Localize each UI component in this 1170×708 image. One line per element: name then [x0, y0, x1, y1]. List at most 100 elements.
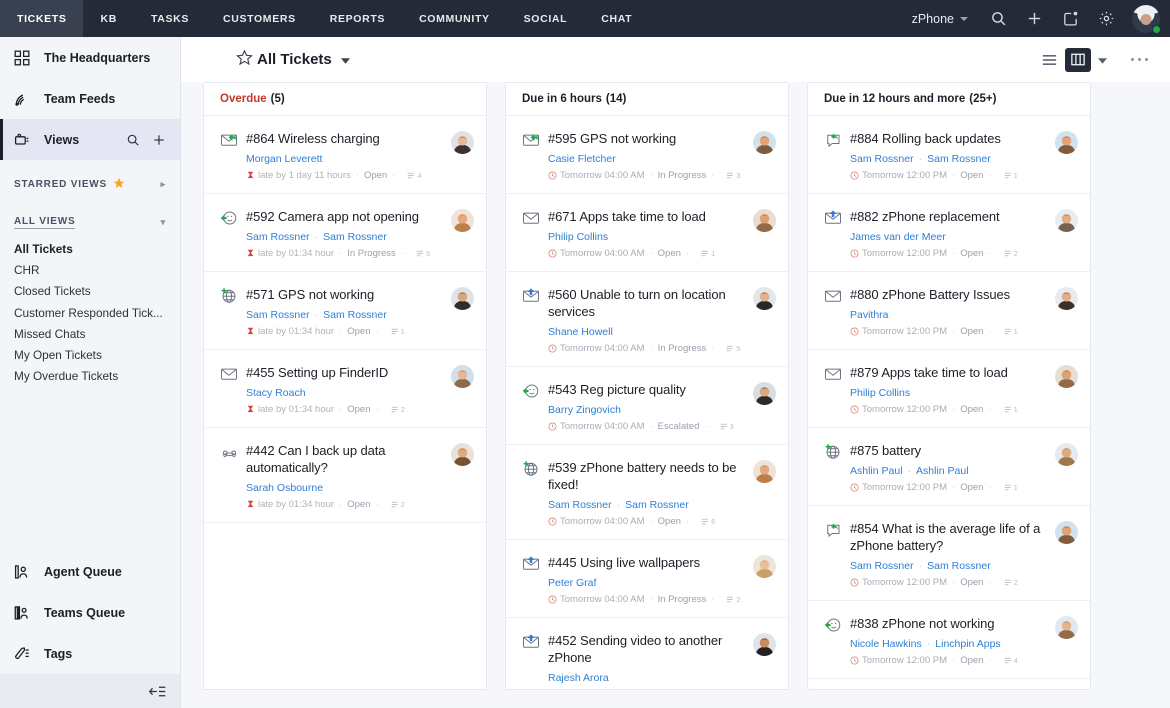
- person-link[interactable]: Sam Rossner: [625, 499, 689, 511]
- ticket-card[interactable]: #875 battery Ashlin Paul · Ashlin Paul Tomor…: [808, 428, 1090, 506]
- starred-views-section-header[interactable]: STARRED VIEWS ▸: [0, 170, 180, 198]
- person-link[interactable]: Shane Howell: [548, 326, 613, 338]
- assignee-avatar[interactable]: [753, 633, 776, 656]
- nav-tab-tasks[interactable]: TASKS: [134, 0, 206, 37]
- person-link[interactable]: Sam Rossner: [850, 560, 914, 572]
- assignee-avatar[interactable]: [1055, 131, 1078, 154]
- nav-tab-tickets[interactable]: TICKETS: [0, 0, 84, 37]
- view-list-item[interactable]: CHR: [0, 259, 180, 280]
- assignee-avatar[interactable]: [1055, 365, 1078, 388]
- ticket-card[interactable]: #571 GPS not working Sam Rossner · Sam Ross…: [204, 272, 486, 350]
- ticket-card[interactable]: #543 Reg picture quality Barry Zingovich T…: [506, 367, 788, 445]
- ticket-card[interactable]: #879 Apps take time to load Philip Collin…: [808, 350, 1090, 428]
- person-link[interactable]: Sam Rossner: [548, 499, 612, 511]
- search-icon[interactable]: [980, 0, 1016, 37]
- person-link[interactable]: Pavithra: [850, 309, 889, 321]
- assignee-avatar[interactable]: [451, 443, 474, 466]
- sidebar-item-tags[interactable]: Tags: [0, 633, 180, 674]
- more-options-icon[interactable]: [1130, 57, 1148, 62]
- ticket-card[interactable]: #854 What is the average life of a zPhon…: [808, 506, 1090, 601]
- assignee-avatar[interactable]: [451, 365, 474, 388]
- all-views-section-header[interactable]: ALL VIEWS ▾: [0, 208, 180, 236]
- person-link[interactable]: Sam Rossner: [927, 560, 991, 572]
- assignee-avatar[interactable]: [1055, 521, 1078, 544]
- view-list-item[interactable]: My Open Tickets: [0, 344, 180, 365]
- ticket-card[interactable]: #882 zPhone replacement James van der Mee…: [808, 194, 1090, 272]
- gear-icon[interactable]: [1088, 0, 1124, 37]
- sidebar-item-team-feeds[interactable]: Team Feeds: [0, 78, 180, 119]
- person-link[interactable]: James van der Meer: [850, 231, 946, 243]
- person-link[interactable]: Linchpin Apps: [935, 638, 1000, 650]
- board-view-button[interactable]: [1064, 47, 1091, 72]
- sidebar-item-the-headquarters[interactable]: The Headquarters: [0, 37, 180, 78]
- sidebar-item-views[interactable]: Views: [0, 119, 180, 160]
- ticket-card[interactable]: #442 Can I back up data automatically? Sa…: [204, 428, 486, 523]
- brand-selector[interactable]: zPhone: [906, 12, 980, 26]
- person-link[interactable]: Rajesh Arora: [548, 672, 609, 684]
- assignee-avatar[interactable]: [753, 209, 776, 232]
- assignee-avatar[interactable]: [451, 287, 474, 310]
- person-link[interactable]: Sam Rossner: [246, 309, 310, 321]
- view-list-item[interactable]: My Overdue Tickets: [0, 366, 180, 387]
- person-link[interactable]: Sam Rossner: [927, 153, 991, 165]
- plus-icon[interactable]: [1016, 0, 1052, 37]
- ticket-card[interactable]: #560 Unable to turn on location services…: [506, 272, 788, 367]
- assignee-avatar[interactable]: [1055, 616, 1078, 639]
- assignee-avatar[interactable]: [753, 287, 776, 310]
- view-options-chevron-down-icon[interactable]: [1097, 51, 1107, 69]
- person-link[interactable]: Sam Rossner: [323, 231, 387, 243]
- ticket-card[interactable]: #838 zPhone not working Nicole Hawkins · Li…: [808, 601, 1090, 679]
- ticket-card[interactable]: #455 Setting up FinderID Stacy Roach late …: [204, 350, 486, 428]
- nav-tab-community[interactable]: COMMUNITY: [402, 0, 507, 37]
- ticket-card[interactable]: #884 Rolling back updates Sam Rossner · Sam…: [808, 116, 1090, 194]
- view-list-item[interactable]: All Tickets: [0, 238, 180, 259]
- ticket-card[interactable]: #671 Apps take time to load Philip Collin…: [506, 194, 788, 272]
- assignee-avatar[interactable]: [451, 209, 474, 232]
- person-link[interactable]: Ashlin Paul: [916, 465, 969, 477]
- person-link[interactable]: Sam Rossner: [323, 309, 387, 321]
- assignee-avatar[interactable]: [753, 131, 776, 154]
- person-link[interactable]: Philip Collins: [548, 231, 608, 243]
- nav-tab-social[interactable]: SOCIAL: [507, 0, 585, 37]
- plus-icon[interactable]: [152, 133, 166, 147]
- assignee-avatar[interactable]: [753, 382, 776, 405]
- assignee-avatar[interactable]: [753, 460, 776, 483]
- person-link[interactable]: Stacy Roach: [246, 387, 306, 399]
- ticket-card[interactable]: #595 GPS not working Casie Fletcher Tomorr…: [506, 116, 788, 194]
- ticket-card[interactable]: #445 Using live wallpapers Peter Graf Tomo…: [506, 540, 788, 618]
- person-link[interactable]: Sarah Osbourne: [246, 482, 323, 494]
- collapse-sidebar-button[interactable]: [0, 674, 180, 708]
- ticket-card[interactable]: #592 Camera app not opening Sam Rossner · S…: [204, 194, 486, 272]
- ticket-card[interactable]: #864 Wireless charging Morgan Leverett lat…: [204, 116, 486, 194]
- person-link[interactable]: Peter Graf: [548, 577, 596, 589]
- view-list-item[interactable]: My Response Overdue Tic...: [0, 387, 180, 390]
- nav-tab-reports[interactable]: REPORTS: [313, 0, 402, 37]
- assignee-avatar[interactable]: [1055, 443, 1078, 466]
- user-avatar[interactable]: [1132, 4, 1161, 34]
- person-link[interactable]: Ashlin Paul: [850, 465, 903, 477]
- list-view-button[interactable]: [1037, 48, 1063, 72]
- person-link[interactable]: Sam Rossner: [246, 231, 310, 243]
- view-list-item[interactable]: Closed Tickets: [0, 281, 180, 302]
- person-link[interactable]: Philip Collins: [850, 387, 910, 399]
- assignee-avatar[interactable]: [451, 131, 474, 154]
- nav-tab-kb[interactable]: KB: [83, 0, 133, 37]
- assignee-avatar[interactable]: [753, 555, 776, 578]
- assignee-avatar[interactable]: [1055, 209, 1078, 232]
- person-link[interactable]: Barry Zingovich: [548, 404, 621, 416]
- search-icon[interactable]: [126, 133, 140, 147]
- view-title-chevron-down-icon[interactable]: [340, 51, 350, 69]
- sidebar-item-teams-queue[interactable]: Teams Queue: [0, 592, 180, 633]
- nav-tab-customers[interactable]: CUSTOMERS: [206, 0, 313, 37]
- star-outline-icon[interactable]: [236, 49, 253, 71]
- assignee-avatar[interactable]: [1055, 287, 1078, 310]
- person-link[interactable]: Casie Fletcher: [548, 153, 616, 165]
- compose-icon[interactable]: [1052, 0, 1088, 37]
- nav-tab-chat[interactable]: CHAT: [584, 0, 649, 37]
- person-link[interactable]: Nicole Hawkins: [850, 638, 922, 650]
- ticket-card[interactable]: #880 zPhone Battery Issues Pavithra Tomorr…: [808, 272, 1090, 350]
- ticket-card[interactable]: #452 Sending video to another zPhone Raje…: [506, 618, 788, 689]
- view-list-item[interactable]: Missed Chats: [0, 323, 180, 344]
- ticket-card[interactable]: #539 zPhone battery needs to be fixed! Sa…: [506, 445, 788, 540]
- person-link[interactable]: Morgan Leverett: [246, 153, 322, 165]
